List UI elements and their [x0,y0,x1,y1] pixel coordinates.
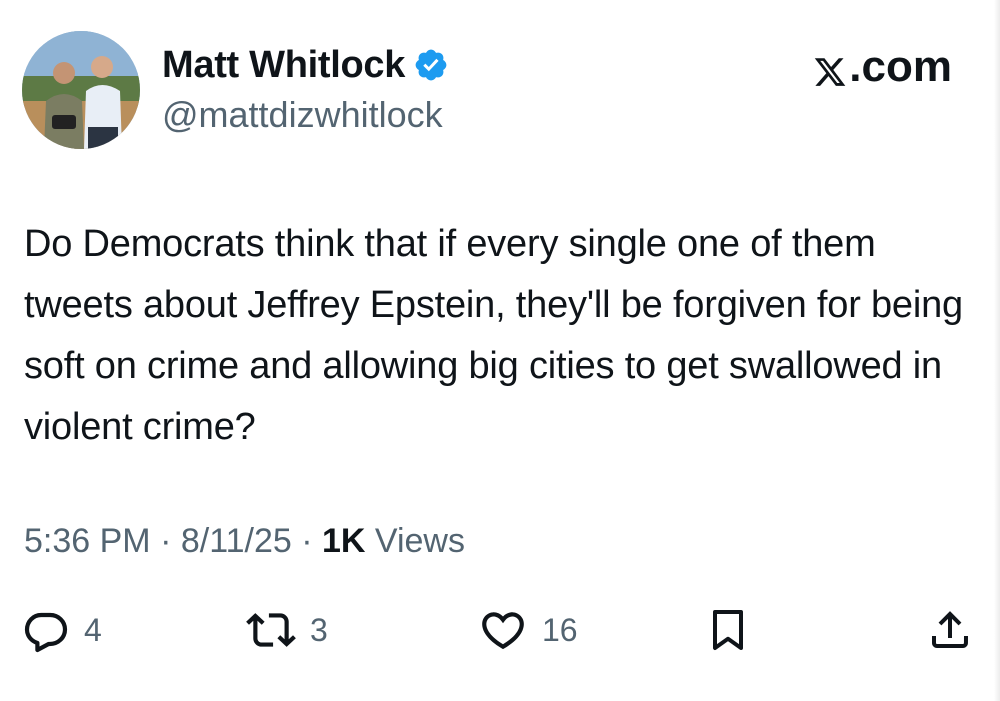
meta-separator: · [291,522,322,560]
meta-separator: · [150,522,181,560]
display-name[interactable]: Matt Whitlock [162,44,405,87]
reply-count: 4 [84,611,102,648]
reply-icon [22,606,70,654]
avatar[interactable] [22,31,140,149]
views-label: Views [365,522,465,560]
like-count: 16 [542,611,578,648]
views-count: 1K [321,522,366,560]
handle[interactable]: @mattdizwhitlock [162,94,449,136]
name-row: Matt Whitlock [162,40,449,90]
reply-button[interactable]: 4 [22,600,102,660]
author-block: Matt Whitlock @mattdizwhitlock [162,40,449,136]
brand-watermark: .com [813,42,952,92]
x-logo-icon [813,50,847,86]
verified-badge-icon[interactable] [413,47,449,83]
retweet-button[interactable]: 3 [246,600,328,660]
tweet-text: Do Democrats think that if every single … [24,223,963,448]
action-bar: 4 3 16 [0,600,1000,660]
tweet-card: Matt Whitlock @mattdizwhitlock .com Do D… [0,0,1000,701]
tweet-time[interactable]: 5:36 PM [24,522,151,560]
bookmark-button[interactable] [704,600,752,660]
retweet-icon [246,605,296,655]
heart-icon [478,605,528,655]
bookmark-icon [704,606,752,654]
brand-label: .com [849,42,952,91]
retweet-count: 3 [310,611,328,648]
tweet-meta: 5:36 PM · 8/11/25 · 1K Views [24,522,465,561]
right-edge-shadow [994,0,1000,701]
like-button[interactable]: 16 [478,600,578,660]
share-icon [926,606,974,654]
tweet-date[interactable]: 8/11/25 [181,522,292,560]
share-button[interactable] [926,600,974,660]
